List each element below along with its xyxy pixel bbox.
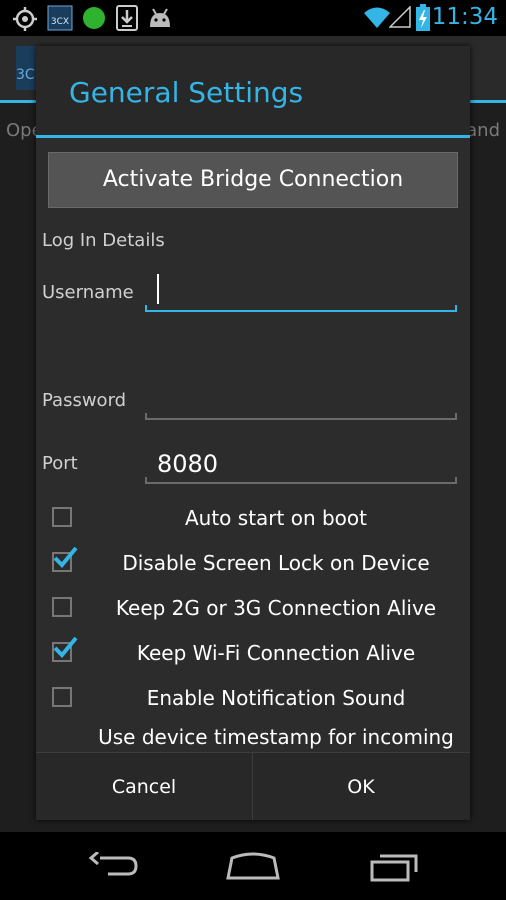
login-section-label: Log In Details xyxy=(42,230,165,251)
battery-charging-icon xyxy=(416,4,430,31)
username-label: Username xyxy=(42,282,134,303)
username-input[interactable] xyxy=(145,272,457,312)
checkbox-label-notification-sound: Enable Notification Sound xyxy=(146,686,406,710)
port-label: Port xyxy=(42,453,78,474)
general-settings-dialog: General Settings Activate Bridge Connect… xyxy=(36,46,470,820)
navigation-bar xyxy=(0,832,506,900)
cancel-button[interactable]: Cancel xyxy=(36,753,252,820)
android-icon xyxy=(150,8,170,27)
checkbox-row-keep-wifi[interactable]: Keep Wi-Fi Connection Alive xyxy=(36,636,470,675)
password-label: Password xyxy=(42,390,127,411)
checkbox-row-auto-start[interactable]: Auto start on boot xyxy=(36,504,470,540)
checkbox-label-keep-wifi: Keep Wi-Fi Connection Alive xyxy=(136,641,416,665)
checkbox-label-keep-cellular: Keep 2G or 3G Connection Alive xyxy=(115,596,437,620)
text-cursor xyxy=(157,274,159,304)
activate-bridge-button[interactable]: Activate Bridge Connection xyxy=(48,152,458,208)
green-dot-icon xyxy=(83,7,105,29)
3cx-app-icon: 3CX xyxy=(47,5,73,31)
background-text-right: and xyxy=(466,120,500,141)
checkbox-row-notification-sound[interactable]: Enable Notification Sound xyxy=(36,684,470,720)
checkbox-keep-cellular[interactable] xyxy=(52,597,72,617)
gps-icon xyxy=(13,7,37,31)
password-input[interactable] xyxy=(145,384,457,420)
checkbox-notification-sound[interactable] xyxy=(52,687,72,707)
status-time: 11:34 xyxy=(431,4,498,30)
home-icon[interactable] xyxy=(226,852,280,880)
checkbox-row-device-timestamp[interactable]: Use device timestamp for incoming SMS's … xyxy=(36,724,470,752)
checkbox-row-keep-cellular[interactable]: Keep 2G or 3G Connection Alive xyxy=(36,594,470,630)
checkmark-icon xyxy=(53,546,78,568)
checkbox-label-disable-screen-lock: Disable Screen Lock on Device xyxy=(122,551,430,575)
port-input[interactable]: 8080 xyxy=(145,442,457,484)
back-icon[interactable] xyxy=(88,852,138,880)
checkbox-auto-start[interactable] xyxy=(52,507,72,527)
dialog-content[interactable]: Activate Bridge Connection Log In Detail… xyxy=(36,138,470,752)
signal-icon xyxy=(389,6,411,28)
dialog-title: General Settings xyxy=(69,76,304,109)
dialog-button-bar: Cancel OK xyxy=(36,752,470,820)
download-icon xyxy=(116,5,138,31)
checkbox-row-disable-screen-lock[interactable]: Disable Screen Lock on Device xyxy=(36,546,470,585)
svg-text:3CX: 3CX xyxy=(51,17,69,27)
recent-apps-icon[interactable] xyxy=(370,850,420,882)
wifi-icon xyxy=(364,7,390,28)
checkbox-label-device-timestamp: Use device timestamp for incoming SMS's … xyxy=(98,725,454,752)
port-value: 8080 xyxy=(157,450,219,478)
checkmark-icon xyxy=(53,636,78,658)
status-bar: 3CX 11:34 xyxy=(0,0,506,36)
ok-button[interactable]: OK xyxy=(253,753,469,820)
checkbox-label-auto-start: Auto start on boot xyxy=(184,506,367,530)
